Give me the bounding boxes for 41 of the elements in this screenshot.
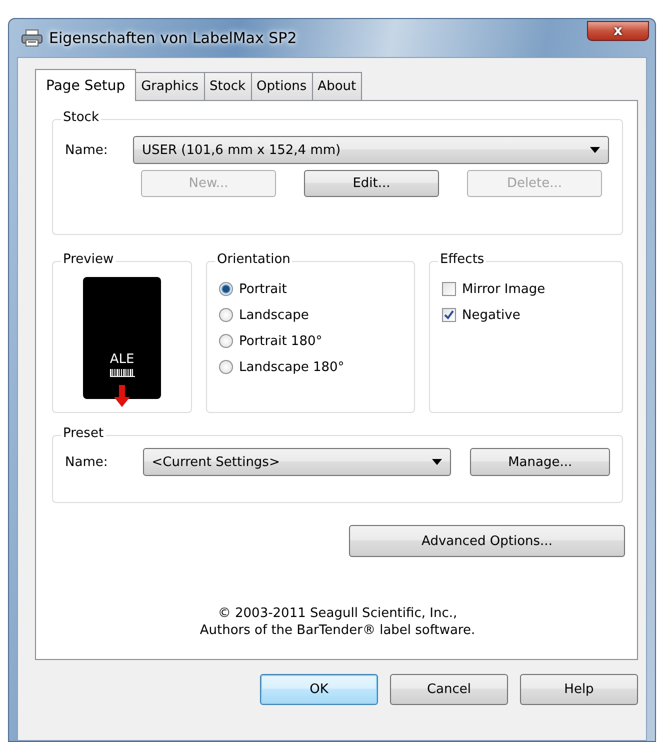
radio-button[interactable]	[219, 334, 233, 348]
preview-text: ALE	[110, 353, 134, 367]
dialog-button[interactable]: Cancel	[390, 674, 508, 705]
field-label: Name:	[65, 454, 109, 470]
caret-icon	[590, 147, 600, 153]
radio-option[interactable]: Landscape 180°	[219, 354, 402, 380]
radio-option[interactable]: Portrait	[219, 276, 402, 302]
tab[interactable]: About	[312, 72, 362, 100]
copyright-text: © 2003-2011 Seagull Scientific, Inc.,	[218, 605, 458, 622]
tab[interactable]: Page Setup	[35, 69, 136, 101]
advanced-options-button[interactable]: Advanced Options...	[349, 525, 625, 557]
option-label: Landscape 180°	[239, 360, 344, 374]
arrow-icon	[114, 385, 130, 407]
radio-button[interactable]	[219, 282, 233, 296]
option-label: Portrait	[239, 282, 287, 296]
window-title: Eigenschaften von LabelMax SP2	[49, 29, 297, 47]
caret-icon	[432, 459, 442, 465]
option-label: Portrait 180°	[239, 334, 322, 348]
radio-option[interactable]: Portrait 180°	[219, 328, 402, 354]
radio-option[interactable]: Landscape	[219, 302, 402, 328]
field-label: Name:	[65, 142, 109, 158]
dialog-button[interactable]: Help	[520, 674, 638, 705]
manage-button[interactable]: Manage...	[470, 448, 610, 476]
option-label: Landscape	[239, 308, 309, 322]
tab[interactable]: Stock	[204, 72, 252, 100]
stock-dropdown[interactable]: USER (101,6 mm x 152,4 mm)	[133, 136, 609, 164]
preset-dropdown[interactable]: <Current Settings>	[142, 448, 452, 476]
tab[interactable]: Graphics	[135, 72, 205, 100]
copyright-text: Authors of the BarTender® label software.	[200, 622, 476, 639]
tab[interactable]: Options	[250, 72, 313, 100]
checkbox-label: Mirror Image	[462, 282, 546, 296]
checkbox[interactable]	[442, 308, 456, 322]
stock-button[interactable]: Edit...	[304, 170, 439, 197]
barcode-icon	[110, 369, 134, 377]
checkbox-label: Negative	[462, 308, 520, 322]
checkbox[interactable]	[442, 282, 456, 296]
dialog-button[interactable]: OK	[260, 674, 378, 705]
radio-button[interactable]	[219, 360, 233, 374]
printer-icon	[21, 29, 43, 47]
radio-button[interactable]	[219, 308, 233, 322]
close-button[interactable]: x	[587, 21, 649, 41]
